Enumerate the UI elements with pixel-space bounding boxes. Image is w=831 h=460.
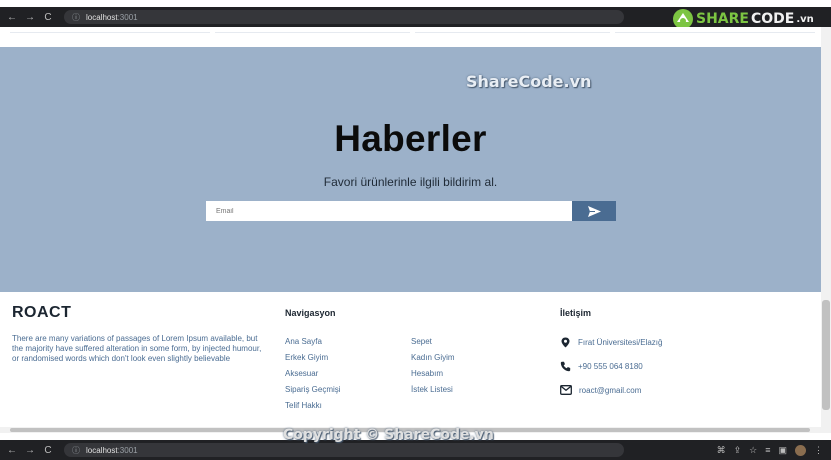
footer-link-orders[interactable]: Sipariş Geçmişi [285, 385, 341, 394]
newsletter-title: Haberler [334, 118, 487, 159]
url-port: :3001 [117, 445, 138, 455]
newsletter-subtitle: Favori ürünlerinle ilgili bildirim al. [323, 175, 498, 189]
watermark-center: ShareCode.vn [466, 72, 592, 91]
phone-icon [560, 361, 571, 372]
browser-actions: ⌘ ⇪ ☆ ≡ ▣ ⋮ [717, 444, 823, 456]
footer-link-copyright[interactable]: Telif Hakkı [285, 401, 322, 410]
avatar[interactable] [795, 444, 806, 456]
contact-address-text: Fırat Üniversitesi/Elazığ [578, 338, 663, 347]
reload-icon[interactable]: C [40, 445, 56, 456]
logo-text-domain: .vn [796, 13, 814, 25]
url-host: localhost [86, 12, 118, 22]
url-host: localhost [86, 445, 118, 455]
forward-icon[interactable]: → [22, 445, 38, 456]
page-top-strip [0, 27, 821, 47]
bookmark-star-icon[interactable]: ☆ [749, 445, 757, 456]
forward-icon[interactable]: → [22, 12, 38, 23]
footer-link-accessories[interactable]: Aksesuar [285, 369, 318, 378]
address-bar[interactable]: ⓘ localhost:3001 [64, 443, 624, 457]
contact-phone: +90 555 064 8180 [560, 361, 643, 372]
contact-email: roact@gmail.com [560, 385, 641, 395]
footer: ROACT There are many variations of passa… [0, 292, 821, 427]
logo-text-code: CODE [750, 11, 795, 27]
back-icon[interactable]: ← [4, 445, 20, 456]
logo-text-share: SHARE [696, 11, 749, 27]
send-button[interactable] [572, 201, 616, 221]
divider [415, 32, 610, 33]
site-info-icon[interactable]: ⓘ [72, 12, 80, 23]
divider [10, 32, 210, 33]
site-info-icon[interactable]: ⓘ [72, 445, 80, 456]
reading-list-icon[interactable]: ≡ [765, 445, 770, 455]
footer-link-women[interactable]: Kadın Giyim [411, 353, 455, 362]
reload-icon[interactable]: C [40, 12, 56, 23]
browser-toolbar-bottom: ← → C ⓘ localhost:3001 ⌘ ⇪ ☆ ≡ ▣ ⋮ [0, 440, 831, 460]
share-icon[interactable]: ⇪ [734, 445, 742, 456]
watermark-copyright: Copyright © ShareCode.vn [283, 427, 494, 443]
address-bar[interactable]: ⓘ localhost:3001 [64, 10, 624, 24]
footer-brand: ROACT [12, 304, 72, 321]
vertical-scroll-thumb[interactable] [822, 300, 830, 410]
email-input[interactable] [206, 201, 572, 221]
contact-address: Fırat Üniversitesi/Elazığ [560, 337, 662, 348]
footer-link-cart[interactable]: Sepet [411, 337, 432, 346]
translate-icon[interactable]: ⌘ [717, 445, 726, 456]
contact-email-text[interactable]: roact@gmail.com [579, 386, 641, 395]
back-icon[interactable]: ← [4, 12, 20, 23]
mail-icon [560, 385, 572, 395]
sidebar-icon[interactable]: ▣ [778, 445, 787, 456]
divider [615, 32, 815, 33]
footer-link-men[interactable]: Erkek Giyim [285, 353, 328, 362]
footer-link-wishlist[interactable]: İstek Listesi [411, 385, 453, 394]
menu-icon[interactable]: ⋮ [814, 445, 823, 456]
footer-description: There are many variations of passages of… [12, 334, 262, 363]
footer-link-home[interactable]: Ana Sayfa [285, 337, 322, 346]
location-pin-icon [561, 337, 570, 348]
nav-title: Navigasyon [285, 308, 336, 318]
url-port: :3001 [117, 12, 138, 22]
newsletter-section: Haberler Favori ürünlerinle ilgili bildi… [0, 47, 821, 292]
top-margin [0, 0, 831, 7]
contact-phone-text: +90 555 064 8180 [578, 362, 643, 371]
footer-link-account[interactable]: Hesabım [411, 369, 443, 378]
divider [215, 32, 410, 33]
contact-title: İletişim [560, 308, 592, 318]
send-icon [587, 205, 601, 217]
